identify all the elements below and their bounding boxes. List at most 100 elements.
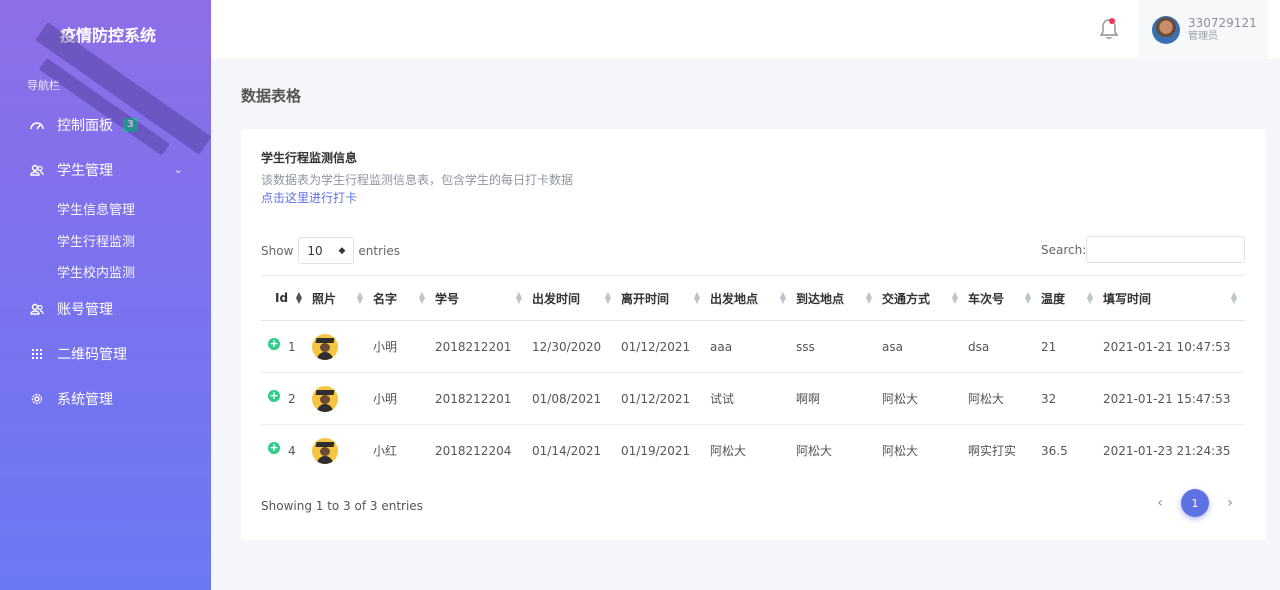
length-select[interactable]: 10 ◆ [298, 237, 355, 264]
avatar [1152, 15, 1180, 44]
sidebar-item-label: 二维码管理 [57, 347, 127, 363]
checkin-link[interactable]: 点击这里进行打卡 [261, 189, 357, 206]
cell-transport: asa [882, 339, 903, 354]
search-label: Search: [1041, 243, 1087, 257]
column-header-train-no[interactable]: 车次号 ▲ ▼ [966, 276, 1039, 321]
sidebar-item-students[interactable]: 学生管理 ⌄ [0, 155, 211, 185]
table-info: Showing 1 to 3 of 3 entries [261, 499, 423, 513]
sort-icon: ▲ ▼ [1024, 290, 1031, 305]
column-header-depart-time[interactable]: 出发时间 ▲ ▼ [530, 276, 619, 321]
cell-filled-at: 2021-01-21 10:47:53 [1103, 339, 1231, 354]
search-input[interactable] [1086, 236, 1245, 263]
sort-icon: ▲ ▼ [295, 290, 302, 305]
cell-depart-time: 01/08/2021 [532, 391, 602, 406]
sort-icon: ▲ ▼ [865, 290, 872, 305]
sort-icon: ▲ ▼ [515, 290, 522, 305]
sidebar-item-label: 账号管理 [57, 302, 113, 318]
cell-to: 啊啊 [796, 392, 821, 406]
sort-icon: ▲ ▼ [1086, 290, 1093, 305]
expand-row-icon[interactable]: + [268, 338, 280, 350]
page-title: 数据表格 [241, 87, 302, 105]
student-photo [312, 385, 338, 412]
cell-name: 小明 [373, 340, 398, 354]
table-row: +2 小明 2018212201 01/08/2021 01/12/2021 试… [261, 373, 1245, 425]
sidebar: 疫情防控系统 导航栏 控制面板 3 学生管理 ⌄ 学生信息管理 学生行程监测 学… [0, 0, 211, 590]
cell-to: sss [796, 339, 815, 354]
column-header-name[interactable]: 名字 ▲ ▼ [371, 276, 433, 321]
student-photo [312, 333, 338, 360]
cell-leave-time: 01/12/2021 [621, 391, 691, 406]
page-1-button[interactable]: 1 [1181, 489, 1209, 517]
column-header-leave-time[interactable]: 离开时间 ▲ ▼ [619, 276, 708, 321]
entries-label: entries [358, 243, 400, 258]
gear-icon [27, 392, 47, 406]
sort-icon: ▲ ▼ [418, 290, 425, 305]
nav-section-label: 导航栏 [27, 79, 60, 92]
user-menu[interactable]: 330729121 管理员 [1138, 0, 1268, 59]
card-title: 学生行程监测信息 [261, 151, 358, 165]
next-page-button[interactable]: › [1215, 495, 1245, 511]
column-header-photo[interactable]: 照片 ▲ ▼ [310, 276, 371, 321]
cell-to: 阿松大 [796, 444, 833, 459]
sidebar-subitem-campus-monitor[interactable]: 学生校内监测 [57, 262, 135, 281]
cell-leave-time: 01/19/2021 [621, 443, 691, 458]
column-header-transport[interactable]: 交通方式 ▲ ▼ [880, 276, 966, 321]
notification-badge: 3 [123, 118, 138, 132]
cell-id: +1 [268, 337, 296, 354]
sidebar-subitem-trip-monitor[interactable]: 学生行程监测 [57, 231, 135, 250]
sidebar-subitem-student-info[interactable]: 学生信息管理 [57, 199, 135, 218]
cell-student-no: 2018212201 [435, 391, 512, 406]
sort-icon: ▲ ▼ [951, 290, 958, 305]
sort-icon: ▲ ▼ [779, 290, 786, 305]
cell-temp: 21 [1041, 339, 1057, 354]
cell-depart-time: 01/14/2021 [532, 443, 602, 458]
table-row: +1 小明 2018212201 12/30/2020 01/12/2021 a… [261, 321, 1245, 373]
data-table: Id ▲ ▼ 照片 ▲ ▼ 名字 ▲ ▼ 学号 ▲ ▼ 出发时间 ▲ ▼ 离开时间 ▲ ▼ 出发地点 ▲ ▼… [261, 275, 1245, 477]
cell-leave-time: 01/12/2021 [621, 339, 691, 354]
user-name: 330729121 [1188, 16, 1257, 31]
expand-row-icon[interactable]: + [268, 442, 280, 455]
sidebar-item-dashboard[interactable]: 控制面板 3 [0, 110, 211, 140]
grid-icon [27, 348, 47, 360]
length-control: Show 10 ◆ entries [261, 237, 400, 264]
column-header-filled-at[interactable]: 填写时间 ▲ ▼ [1101, 276, 1245, 321]
cell-name: 小红 [373, 444, 398, 459]
cell-photo [310, 321, 371, 373]
cell-photo [310, 373, 371, 425]
sidebar-item-qrcode[interactable]: 二维码管理 [0, 339, 211, 369]
cell-filled-at: 2021-01-23 21:24:35 [1103, 443, 1231, 458]
column-header-id[interactable]: Id ▲ ▼ [261, 276, 310, 321]
cell-depart-time: 12/30/2020 [532, 339, 602, 354]
cell-photo [310, 425, 371, 477]
cell-from: 试试 [710, 392, 735, 406]
cell-id: +2 [268, 389, 296, 406]
cell-train-no: 啊实打实 [968, 444, 1017, 459]
column-header-to[interactable]: 到达地点 ▲ ▼ [794, 276, 880, 321]
cell-name: 小明 [373, 392, 398, 406]
table-row: +4 小红 2018212204 01/14/2021 01/19/2021 阿… [261, 425, 1245, 477]
gauge-icon [27, 120, 47, 130]
column-header-from[interactable]: 出发地点 ▲ ▼ [708, 276, 794, 321]
show-label: Show [261, 243, 294, 258]
users-icon [27, 164, 47, 176]
cell-student-no: 2018212201 [435, 339, 512, 354]
column-header-student-no[interactable]: 学号 ▲ ▼ [433, 276, 530, 321]
cell-train-no: 阿松大 [968, 392, 1005, 406]
sort-icon: ▲ ▼ [356, 290, 363, 305]
brand-title[interactable]: 疫情防控系统 [60, 22, 156, 46]
expand-row-icon[interactable]: + [268, 390, 280, 402]
prev-page-button[interactable]: ‹ [1145, 495, 1175, 511]
table-header-row: Id ▲ ▼ 照片 ▲ ▼ 名字 ▲ ▼ 学号 ▲ ▼ 出发时间 ▲ ▼ 离开时间 ▲ ▼ 出发地点 ▲ ▼… [261, 275, 1245, 321]
data-card: 学生行程监测信息 该数据表为学生行程监测信息表，包含学生的每日打卡数据 点击这里… [241, 129, 1266, 540]
users-icon [27, 303, 47, 315]
chevron-down-icon: ⌄ [173, 163, 183, 176]
sidebar-item-label: 控制面板 [57, 118, 113, 134]
sidebar-item-system[interactable]: 系统管理 [0, 384, 211, 414]
cell-transport: 阿松大 [882, 392, 919, 406]
sidebar-item-accounts[interactable]: 账号管理 [0, 294, 211, 324]
cell-student-no: 2018212204 [435, 443, 512, 458]
sidebar-item-label: 系统管理 [57, 392, 113, 408]
student-photo [312, 437, 338, 464]
column-header-temp[interactable]: 温度 ▲ ▼ [1039, 276, 1101, 321]
sort-icon: ▲ ▼ [693, 290, 700, 305]
